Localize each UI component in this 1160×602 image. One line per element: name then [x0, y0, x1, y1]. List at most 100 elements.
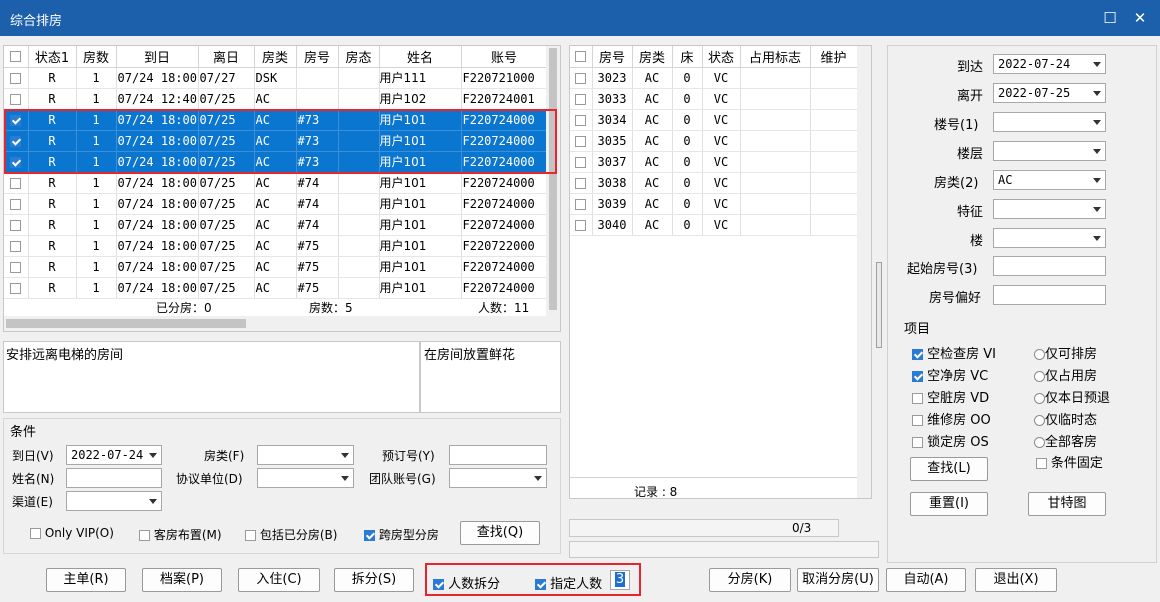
row-checkbox[interactable]: [4, 67, 29, 89]
row-checkbox[interactable]: [4, 109, 29, 131]
scope-radio[interactable]: 全部客房: [1034, 431, 1097, 450]
room-status-checkbox[interactable]: 锁定房 OS: [912, 431, 989, 450]
room-row[interactable]: 3034 AC 0 VC: [570, 109, 858, 131]
company-combo[interactable]: [257, 468, 354, 488]
row-checkbox[interactable]: [4, 256, 29, 278]
reset-button[interactable]: 重置(I): [910, 492, 988, 516]
col-header[interactable]: 离日: [198, 46, 255, 68]
depart-filter-combo[interactable]: 2022-07-25: [993, 83, 1106, 103]
row-checkbox[interactable]: [570, 172, 593, 194]
channel-combo[interactable]: [66, 491, 162, 511]
roomtype-filter-combo[interactable]: AC: [993, 170, 1106, 190]
row-checkbox[interactable]: [570, 151, 593, 173]
exit-button[interactable]: 退出(X): [975, 568, 1057, 592]
row-checkbox[interactable]: [4, 277, 29, 299]
col-header[interactable]: 房号: [592, 46, 633, 68]
row-checkbox[interactable]: [570, 130, 593, 152]
select-all-checkbox[interactable]: [4, 46, 29, 68]
col-header[interactable]: 房号: [296, 46, 339, 68]
main-folio-button[interactable]: 主单(R): [46, 568, 126, 592]
person-split-checkbox[interactable]: 人数拆分: [433, 573, 500, 592]
gantt-chart-button[interactable]: 甘特图: [1028, 492, 1106, 516]
row-checkbox[interactable]: [4, 130, 29, 152]
start-room-input[interactable]: [993, 256, 1106, 276]
assign-room-button[interactable]: 分房(K): [709, 568, 791, 592]
cancel-assign-button[interactable]: 取消分房(U): [797, 568, 879, 592]
include-assigned-checkbox[interactable]: 包括已分房(B): [245, 526, 337, 543]
name-input[interactable]: [66, 468, 162, 488]
scope-radio[interactable]: 仅占用房: [1034, 365, 1097, 384]
table-row[interactable]: R 1 07/24 18:00 07/25 AC #73 用户101 F220724000: [4, 151, 548, 173]
col-header[interactable]: 状态: [702, 46, 741, 68]
building-combo[interactable]: [993, 112, 1106, 132]
search-button[interactable]: 查找(Q): [460, 521, 540, 545]
room-row[interactable]: 3035 AC 0 VC: [570, 130, 858, 152]
table-row[interactable]: R 1 07/24 18:00 07/25 AC #75 用户101 F220724000: [4, 256, 548, 278]
table-row[interactable]: R 1 07/24 18:00 07/25 AC #74 用户101 F220724000: [4, 214, 548, 236]
col-header[interactable]: 占用标志: [740, 46, 811, 68]
room-row[interactable]: 3037 AC 0 VC: [570, 151, 858, 173]
col-header[interactable]: 房类: [632, 46, 673, 68]
row-checkbox[interactable]: [570, 109, 593, 131]
table-row[interactable]: R 1 07/24 18:00 07/25 AC #73 用户101 F220724000: [4, 109, 548, 131]
checkin-button[interactable]: 入住(C): [238, 568, 320, 592]
room-row[interactable]: 3038 AC 0 VC: [570, 172, 858, 194]
close-icon[interactable]: ✕: [1128, 6, 1152, 30]
scroll-thumb[interactable]: [549, 48, 557, 310]
scope-radio[interactable]: 仅临时态: [1034, 409, 1097, 428]
maximize-icon[interactable]: ☐: [1098, 6, 1122, 30]
select-all-checkbox[interactable]: [570, 46, 593, 68]
row-checkbox[interactable]: [570, 193, 593, 215]
room-status-checkbox[interactable]: 空检查房 VI: [912, 343, 996, 362]
profile-button[interactable]: 档案(P): [142, 568, 222, 592]
table-row[interactable]: R 1 07/24 18:00 07/25 AC #75 用户101 F220722000: [4, 235, 548, 257]
feature-combo[interactable]: [993, 199, 1106, 219]
room-status-checkbox[interactable]: 空净房 VC: [912, 365, 988, 384]
room-preference-input[interactable]: [993, 285, 1106, 305]
table-row[interactable]: R 1 07/24 18:00 07/25 AC #73 用户101 F220724000: [4, 130, 548, 152]
row-checkbox[interactable]: [4, 235, 29, 257]
only-vip-checkbox[interactable]: Only VIP(O): [30, 526, 114, 540]
scope-radio[interactable]: 仅本日预退: [1034, 387, 1110, 406]
auto-button[interactable]: 自动(A): [886, 568, 966, 592]
arrive-date-combo[interactable]: 2022-07-24: [66, 445, 162, 465]
row-checkbox[interactable]: [4, 88, 29, 110]
col-header[interactable]: 姓名: [379, 46, 462, 68]
room-row[interactable]: 3040 AC 0 VC: [570, 214, 858, 236]
col-header[interactable]: 房类: [254, 46, 297, 68]
horizontal-scrollbar[interactable]: [4, 316, 560, 331]
row-checkbox[interactable]: [570, 67, 593, 89]
tower-combo[interactable]: [993, 228, 1106, 248]
scope-radio[interactable]: 仅可排房: [1034, 343, 1097, 362]
split-button[interactable]: 拆分(S): [334, 568, 414, 592]
table-row[interactable]: R 1 07/24 18:00 07/25 AC #74 用户101 F220724000: [4, 172, 548, 194]
col-header[interactable]: 房态: [338, 46, 380, 68]
assign-count-checkbox[interactable]: 指定人数: [535, 573, 602, 592]
row-checkbox[interactable]: [4, 193, 29, 215]
row-checkbox[interactable]: [4, 151, 29, 173]
room-row[interactable]: 3023 AC 0 VC: [570, 67, 858, 89]
col-header[interactable]: 账号: [461, 46, 548, 68]
room-status-checkbox[interactable]: 维修房 OO: [912, 409, 991, 428]
filter-search-button[interactable]: 查找(L): [910, 457, 988, 481]
vertical-scrollbar[interactable]: [546, 46, 560, 316]
room-status-checkbox[interactable]: 空脏房 VD: [912, 387, 989, 406]
col-header[interactable]: 房数: [76, 46, 117, 68]
col-header[interactable]: 状态1: [28, 46, 77, 68]
booking-number-input[interactable]: [449, 445, 547, 465]
group-account-combo[interactable]: [449, 468, 547, 488]
room-layout-checkbox[interactable]: 客房布置(M): [139, 526, 222, 543]
room-row[interactable]: 3039 AC 0 VC: [570, 193, 858, 215]
table-row[interactable]: R 1 07/24 18:00 07/25 AC #75 用户101 F220724000: [4, 277, 548, 299]
room-row[interactable]: 3033 AC 0 VC: [570, 88, 858, 110]
cross-roomtype-checkbox[interactable]: 跨房型分房: [364, 526, 439, 543]
row-checkbox[interactable]: [570, 88, 593, 110]
row-checkbox[interactable]: [4, 214, 29, 236]
roomtype-combo[interactable]: [257, 445, 354, 465]
table-row[interactable]: R 1 07/24 12:40 07/25 AC 用户102 F220724001: [4, 88, 548, 110]
table-row[interactable]: R 1 07/24 18:00 07/25 AC #74 用户101 F220724000: [4, 193, 548, 215]
col-header[interactable]: 床: [672, 46, 703, 68]
splitter-handle[interactable]: [876, 262, 882, 348]
row-checkbox[interactable]: [4, 172, 29, 194]
h-scroll-thumb[interactable]: [6, 319, 246, 328]
